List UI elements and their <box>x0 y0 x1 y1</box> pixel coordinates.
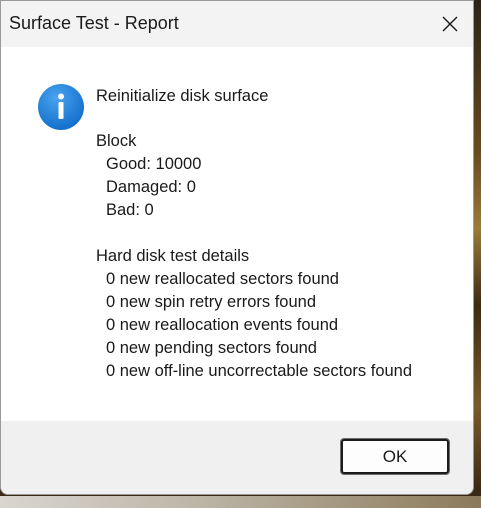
details-item: 0 new off-line uncorrectable sectors fou… <box>106 362 413 380</box>
block-good: Good: 10000 <box>106 155 202 173</box>
ok-button[interactable]: OK <box>340 438 450 475</box>
block-bad: Bad: 0 <box>106 201 154 219</box>
block-damaged: Damaged: 0 <box>106 178 196 196</box>
message-text: Reinitialize disk surface Block Good: 10… <box>96 85 412 383</box>
block-label: Block <box>96 132 137 150</box>
close-button[interactable] <box>427 1 473 47</box>
details-label: Hard disk test details <box>96 247 250 265</box>
button-bar: OK <box>1 421 473 494</box>
details-item: 0 new reallocation events found <box>106 316 339 334</box>
title-bar[interactable]: Surface Test - Report <box>1 1 473 47</box>
report-dialog: Surface Test - Report Reinitialize disk … <box>0 0 474 495</box>
info-icon <box>38 84 84 130</box>
details-item: 0 new pending sectors found <box>106 339 317 357</box>
window-title: Surface Test - Report <box>9 13 179 33</box>
details-item: 0 new reallocated sectors found <box>106 270 339 288</box>
desktop-background-bottom <box>0 496 481 508</box>
close-icon <box>442 16 458 32</box>
message-heading: Reinitialize disk surface <box>96 87 269 105</box>
details-item: 0 new spin retry errors found <box>106 293 317 311</box>
message-area: Reinitialize disk surface Block Good: 10… <box>1 47 473 421</box>
